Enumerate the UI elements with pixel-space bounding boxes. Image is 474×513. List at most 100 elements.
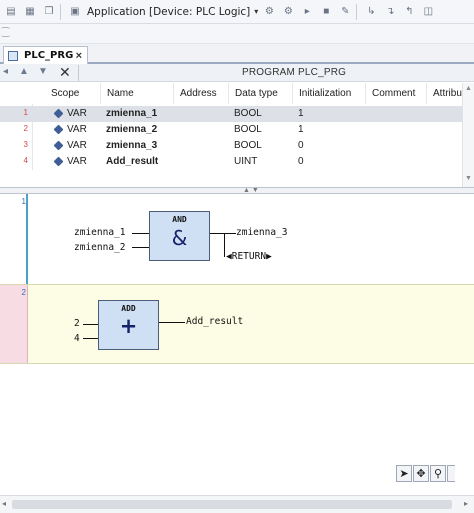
- return-label: RETURN: [231, 251, 267, 262]
- type-cell[interactable]: BOOL: [234, 108, 262, 119]
- window-icon[interactable]: ▤: [3, 4, 19, 20]
- collapse-left-icon[interactable]: ◂: [3, 66, 8, 77]
- scope-cell[interactable]: VAR: [67, 156, 87, 167]
- row-number: 1: [23, 108, 28, 117]
- scope-cell[interactable]: VAR: [67, 108, 87, 119]
- init-cell[interactable]: 0: [298, 156, 304, 167]
- breakpoint-icon[interactable]: ◫: [420, 4, 436, 20]
- declaration-header-bar: ◂ ▲ ▼ ✕ PROGRAM PLC_PRG: [0, 64, 474, 82]
- step-over-icon[interactable]: ↳: [363, 4, 379, 20]
- add-function-block[interactable]: ADD +: [98, 300, 159, 350]
- row-number: 2: [23, 124, 28, 133]
- input-wire: [83, 338, 99, 339]
- device-icon[interactable]: ▣: [67, 4, 83, 20]
- logout-icon[interactable]: ⚙: [280, 4, 296, 20]
- return-wire: [224, 233, 225, 257]
- close-icon[interactable]: ×: [76, 50, 82, 62]
- column-header-scope[interactable]: Scope: [45, 83, 101, 104]
- init-cell[interactable]: 1: [298, 108, 304, 119]
- network-number: 1: [21, 197, 26, 206]
- input-wire: [132, 233, 150, 234]
- secondary-toolbar: ⁐: [0, 24, 474, 44]
- delete-icon[interactable]: ✕: [59, 64, 71, 81]
- name-cell[interactable]: Add_result: [106, 156, 158, 167]
- editor-splitter[interactable]: ▲▼: [0, 187, 474, 194]
- input-variable[interactable]: zmienna_1: [74, 227, 125, 238]
- pointer-icon[interactable]: ➤: [396, 465, 412, 482]
- name-cell[interactable]: zmienna_1: [106, 108, 157, 119]
- column-header-initialization[interactable]: Initialization: [293, 83, 366, 104]
- tab-plc-prg[interactable]: PLC_PRG ×: [3, 46, 88, 64]
- step-out-icon[interactable]: ↰: [401, 4, 417, 20]
- program-icon: [8, 50, 18, 61]
- network-2[interactable]: 2 2 4 ADD + Add_result: [0, 284, 474, 364]
- type-cell[interactable]: BOOL: [234, 140, 262, 151]
- input-constant[interactable]: 4: [74, 333, 80, 344]
- add-symbol: +: [119, 314, 138, 338]
- stop-icon[interactable]: ■: [318, 4, 334, 20]
- variable-icon: [53, 124, 64, 135]
- input-variable[interactable]: zmienna_2: [74, 242, 125, 253]
- variable-row[interactable]: 2 VAR zmienna_2 BOOL 1: [0, 122, 474, 138]
- input-constant[interactable]: 2: [74, 318, 80, 329]
- input-wire: [132, 247, 150, 248]
- init-cell[interactable]: 0: [298, 140, 304, 151]
- column-header-address[interactable]: Address: [174, 83, 229, 104]
- column-header-comment[interactable]: Comment: [366, 83, 427, 104]
- declaration-scrollbar[interactable]: ▲ ▼: [462, 83, 474, 187]
- network-1-gutter[interactable]: [0, 194, 28, 284]
- type-cell[interactable]: UINT: [234, 156, 257, 167]
- scroll-right-icon[interactable]: ▸: [464, 499, 468, 508]
- output-variable[interactable]: Add_result: [186, 316, 243, 327]
- editor-horizontal-scrollbar[interactable]: ◂ ▸: [0, 495, 474, 513]
- type-cell[interactable]: BOOL: [234, 124, 262, 135]
- output-variable[interactable]: zmienna_3: [236, 227, 287, 238]
- and-function-block[interactable]: AND &: [149, 211, 210, 261]
- editor-tool-palette: ➤ ✥ ⚲: [396, 465, 456, 483]
- move-up-icon[interactable]: ▲: [19, 66, 29, 77]
- variable-table: Scope Name Address Data type Initializat…: [0, 83, 474, 187]
- variable-icon: [53, 140, 64, 151]
- active-application-label[interactable]: Application [Device: PLC Logic]: [87, 6, 250, 18]
- palette-extra-icon[interactable]: [447, 465, 455, 482]
- scroll-down-icon[interactable]: ▼: [465, 175, 472, 182]
- scrollbar-thumb[interactable]: [12, 500, 452, 509]
- column-header-name[interactable]: Name: [101, 83, 174, 104]
- scope-cell[interactable]: VAR: [67, 140, 87, 151]
- scope-cell[interactable]: VAR: [67, 124, 87, 135]
- return-element[interactable]: ◀RETURN▶: [226, 251, 272, 262]
- name-cell[interactable]: zmienna_3: [106, 140, 157, 151]
- chevron-down-icon[interactable]: ▾: [254, 7, 258, 16]
- output-wire: [159, 322, 185, 323]
- block-type-name: AND: [172, 215, 187, 224]
- column-header-data-type[interactable]: Data type: [229, 83, 293, 104]
- row-number: 4: [23, 156, 28, 165]
- block-type-name: ADD: [121, 304, 136, 313]
- init-cell[interactable]: 1: [298, 124, 304, 135]
- toolbar-separator: [60, 3, 61, 20]
- format-icon[interactable]: ⁐: [2, 27, 9, 38]
- toolbar-separator: [356, 3, 358, 20]
- copy-icon[interactable]: ❐: [41, 4, 57, 20]
- row-number: 3: [23, 140, 28, 149]
- variable-row[interactable]: 4 VAR Add_result UINT 0: [0, 154, 474, 170]
- move-icon[interactable]: ✥: [413, 465, 429, 482]
- scroll-left-icon[interactable]: ◂: [2, 499, 6, 508]
- move-down-icon[interactable]: ▼: [38, 66, 48, 77]
- scroll-up-icon[interactable]: ▲: [465, 85, 472, 92]
- divider: [78, 65, 79, 81]
- login-icon[interactable]: ⚙: [261, 4, 277, 20]
- new-item-icon[interactable]: ▦: [22, 4, 38, 20]
- network-number: 2: [21, 288, 26, 297]
- zoom-icon[interactable]: ⚲: [430, 465, 446, 482]
- splitter-grip-icon[interactable]: ▲▼: [243, 187, 261, 194]
- name-cell[interactable]: zmienna_2: [106, 124, 157, 135]
- input-wire: [83, 324, 99, 325]
- variable-row[interactable]: 3 VAR zmienna_3 BOOL 0: [0, 138, 474, 154]
- step-into-icon[interactable]: ↴: [382, 4, 398, 20]
- start-icon[interactable]: ▸: [299, 4, 315, 20]
- variable-row[interactable]: 1 VAR zmienna_1 BOOL 1: [0, 106, 474, 122]
- output-wire: [210, 233, 236, 234]
- reset-icon[interactable]: ✎: [337, 4, 353, 20]
- tab-label: PLC_PRG: [24, 50, 74, 61]
